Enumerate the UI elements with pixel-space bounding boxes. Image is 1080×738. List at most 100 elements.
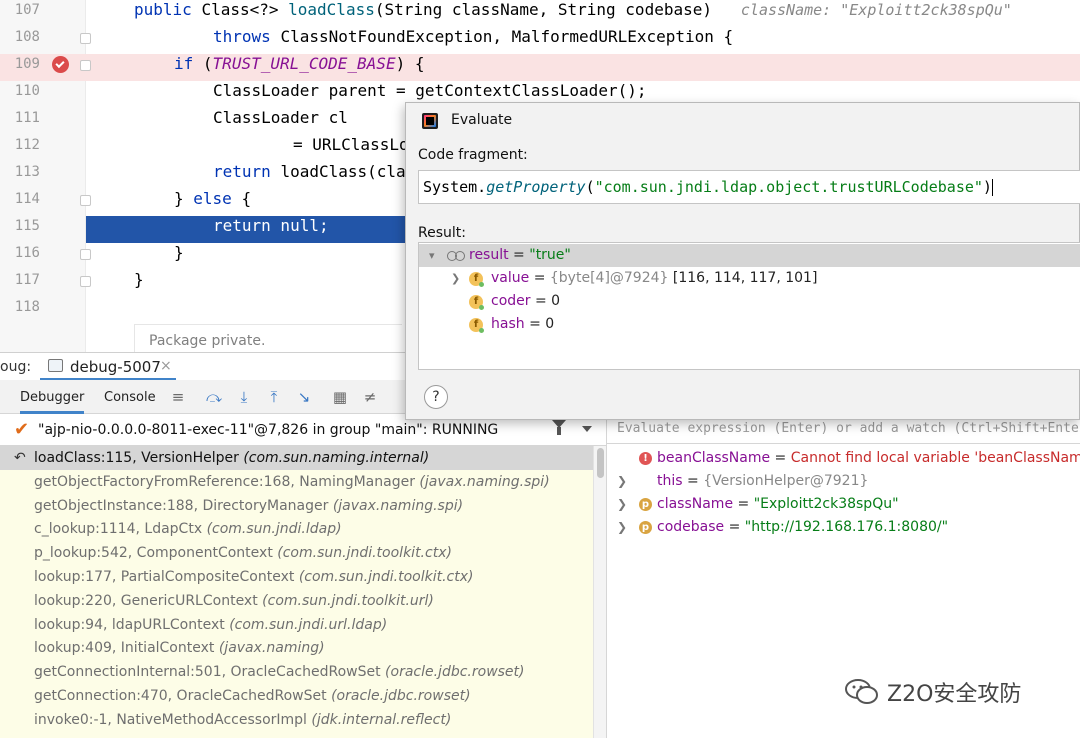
tab-debug-session[interactable]: debug-5007 ×	[40, 353, 176, 381]
chevron-down-icon[interactable]: ▾	[429, 244, 435, 267]
menu-icon[interactable]: ≡	[168, 388, 188, 406]
evaluate-placeholder: Evaluate expression (Enter) or add a wat…	[617, 421, 1080, 436]
code-token: = URLClassLo	[293, 135, 409, 154]
object-icon	[639, 475, 652, 488]
frame-row[interactable]: c_lookup:1114, LdapCtx (com.sun.jndi.lda…	[0, 517, 606, 541]
line-number[interactable]: 110	[0, 81, 40, 108]
help-button[interactable]: ?	[424, 385, 448, 409]
code-method: getProperty	[486, 178, 586, 196]
line-number[interactable]: 108	[0, 27, 40, 54]
expand-arrow-icon[interactable]: ❯	[617, 516, 627, 539]
code-line[interactable]: 109 if (TRUST_URL_CODE_BASE) {	[0, 54, 1080, 81]
frame-package: (com.sun.jndi.ldap)	[206, 521, 342, 538]
result-tree[interactable]: ▾ result = "true" ❯ f value = {byte[4]@7…	[418, 242, 1080, 370]
frame-label: p_lookup:542, ComponentContext (com.sun.…	[34, 541, 452, 565]
result-field-row[interactable]: f hash = 0	[419, 313, 1080, 336]
breakpoint-icon[interactable]	[52, 56, 69, 73]
expand-arrow-icon[interactable]: ❯	[451, 267, 460, 290]
variable-row[interactable]: ❯ p codebase = "http://192.168.176.1:808…	[607, 516, 1080, 539]
field-name: value	[491, 270, 530, 286]
wechat-logo-icon	[845, 679, 878, 704]
frame-label: getConnection:470, OracleCachedRowSet (o…	[34, 684, 471, 708]
field-name: coder	[491, 293, 531, 309]
run-to-cursor-icon[interactable]: ↘	[294, 388, 314, 406]
frame-row[interactable]: getConnection:470, OracleCachedRowSet (o…	[0, 684, 606, 708]
line-number[interactable]: 111	[0, 108, 40, 135]
frame-row[interactable]: invoke0:-1, NativeMethodAccessorImpl (jd…	[0, 708, 606, 732]
field-value: 0	[545, 316, 555, 332]
frame-row[interactable]: lookup:177, PartialCompositeContext (com…	[0, 565, 606, 589]
field-equals: =	[524, 316, 546, 332]
result-field-row[interactable]: f coder = 0	[419, 290, 1080, 313]
code-line-area[interactable]: if (TRUST_URL_CODE_BASE) {	[86, 54, 1080, 81]
frame-label: getObjectInstance:188, DirectoryManager …	[34, 494, 463, 518]
frame-row[interactable]: p_lookup:542, ComponentContext (com.sun.…	[0, 541, 606, 565]
line-number[interactable]: 118	[0, 297, 40, 324]
field-value: 0	[551, 293, 561, 309]
dialog-title-bar[interactable]: Evaluate	[406, 103, 1080, 137]
result-root-row[interactable]: ▾ result = "true"	[419, 244, 1080, 267]
code-line[interactable]: 108 throws ClassNotFoundException, Malfor…	[0, 27, 1080, 54]
variable-name: this	[657, 473, 683, 489]
tab-console[interactable]: Console	[104, 390, 156, 405]
frame-row[interactable]: lookup:220, GenericURLContext (com.sun.j…	[0, 589, 606, 613]
code-line-text: return loadClass(cla	[213, 162, 406, 182]
code-token: else	[193, 189, 242, 208]
step-out-icon[interactable]: ⤒	[264, 388, 284, 406]
line-number[interactable]: 115	[0, 216, 40, 243]
frame-package: (oracle.jdbc.rowset)	[331, 688, 471, 704]
expand-arrow-icon[interactable]: ❯	[617, 470, 627, 493]
tab-debugger[interactable]: Debugger	[20, 390, 85, 414]
code-token: (	[202, 54, 213, 73]
code-fragment-text[interactable]: System.getProperty("com.sun.jndi.ldap.ob…	[423, 178, 993, 196]
frame-method: getConnectionInternal:501, OracleCachedR…	[34, 664, 381, 681]
text-caret	[991, 179, 993, 196]
step-into-icon[interactable]: ⤓	[234, 388, 254, 406]
line-number[interactable]: 116	[0, 243, 40, 270]
expand-arrow-icon[interactable]: ❯	[617, 493, 627, 516]
line-number[interactable]: 107	[0, 0, 40, 27]
filter-icon[interactable]	[552, 420, 566, 436]
code-line-area[interactable]: public Class<?> loadClass(String classNa…	[86, 0, 1080, 27]
code-line-text: if (TRUST_URL_CODE_BASE) {	[174, 54, 424, 74]
frame-row[interactable]: lookup:94, ldapURLContext (com.sun.jndi.…	[0, 613, 606, 637]
evaluate-dialog[interactable]: Evaluate Code fragment: System.getProper…	[405, 102, 1080, 420]
frame-row[interactable]: ↶ loadClass:115, VersionHelper (com.sun.n…	[0, 446, 606, 470]
frame-row[interactable]: getConnectionInternal:501, OracleCachedR…	[0, 660, 606, 684]
evaluate-expression-icon[interactable]: ▦	[330, 388, 350, 406]
frame-row[interactable]: getObjectFactoryFromReference:168, Namin…	[0, 470, 606, 494]
line-number[interactable]: 117	[0, 270, 40, 297]
scrollbar-thumb[interactable]	[597, 448, 604, 478]
variable-row[interactable]: ❯ p className = "Exploitt2ck38spQu"	[607, 493, 1080, 516]
frame-package: (javax.naming.spi)	[332, 497, 464, 514]
code-paren-open: (	[585, 178, 595, 196]
line-number[interactable]: 109	[0, 54, 40, 81]
variable-name: beanClassName	[657, 450, 771, 466]
frame-package: (com.sun.jndi.toolkit.url)	[262, 592, 434, 609]
line-number[interactable]: 113	[0, 162, 40, 189]
code-line[interactable]: 107 public Class<?> loadClass(String clas…	[0, 0, 1080, 27]
line-number[interactable]: 112	[0, 135, 40, 162]
frames-scrollbar[interactable]	[593, 446, 606, 738]
variable-row[interactable]: ! beanClassName = Cannot find local vari…	[607, 447, 1080, 470]
step-over-icon[interactable]: ⤼	[204, 388, 224, 406]
inlay-hint: Package private.	[134, 324, 402, 352]
variable-row[interactable]: ❯ this = {VersionHelper@7921}	[607, 470, 1080, 493]
line-number[interactable]: 114	[0, 189, 40, 216]
close-tab-icon[interactable]: ×	[160, 358, 172, 374]
frame-package: (jdk.internal.reflect)	[311, 711, 452, 728]
parameter-icon: p	[639, 498, 652, 511]
code-token: }	[134, 270, 144, 289]
chevron-down-icon[interactable]	[582, 426, 592, 432]
frame-row[interactable]: getObjectInstance:188, DirectoryManager …	[0, 494, 606, 518]
frame-row[interactable]: lookup:409, InitialContext (javax.naming…	[0, 636, 606, 660]
code-fragment-input[interactable]: System.getProperty("com.sun.jndi.ldap.ob…	[418, 170, 1080, 204]
result-field-row[interactable]: ❯ f value = {byte[4]@7924} [116, 114, 11…	[419, 267, 1080, 290]
trace-stream-icon[interactable]: ≠	[360, 388, 380, 406]
inlay-hint-text: Package private.	[149, 333, 266, 349]
frame-method: invoke0:-1, NativeMethodAccessorImpl	[34, 711, 307, 728]
code-line-area[interactable]: throws ClassNotFoundException, Malformed…	[86, 27, 1080, 54]
code-line-text: ClassLoader parent = getContextClassLoad…	[213, 81, 646, 101]
frame-method: lookup:220, GenericURLContext	[34, 592, 258, 609]
frames-list[interactable]: ↶ loadClass:115, VersionHelper (com.sun.n…	[0, 446, 606, 738]
